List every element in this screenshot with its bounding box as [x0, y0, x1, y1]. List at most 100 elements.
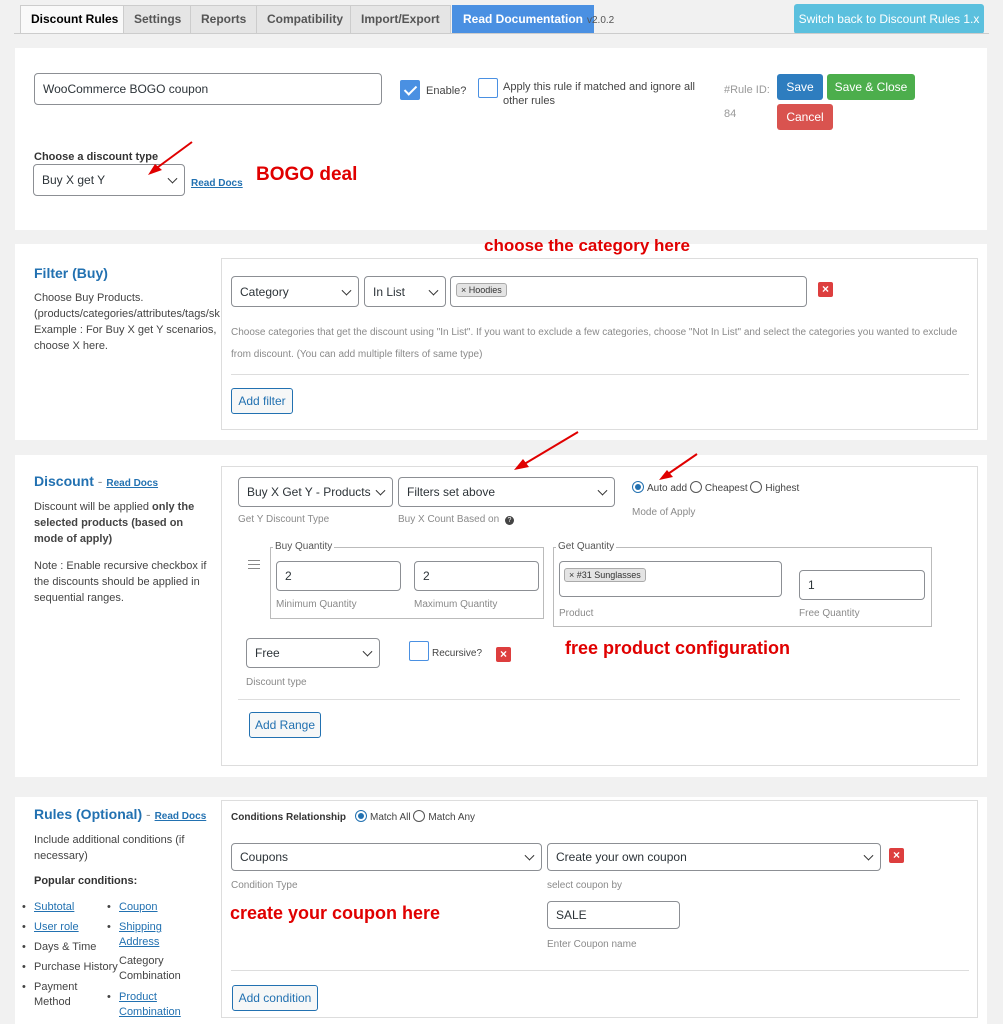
rules-read-docs-link[interactable]: Read Docs: [155, 811, 207, 822]
chevron-down-icon: [428, 285, 439, 296]
tab-divider: [14, 33, 989, 34]
add-filter-button[interactable]: Add filter: [231, 388, 293, 414]
free-quantity-input[interactable]: 1: [799, 570, 925, 600]
help-icon[interactable]: ?: [504, 516, 514, 525]
discount-type-value: Buy X get Y: [42, 173, 106, 187]
discount-note: Note : Enable recursive checkbox if the …: [34, 560, 207, 604]
drag-handle-icon[interactable]: [248, 560, 260, 569]
tab-read-documentation[interactable]: Read Documentation: [452, 5, 595, 33]
annotation-create-coupon: create your coupon here: [230, 903, 441, 923]
conditions-divider: [231, 970, 969, 971]
filter-divider: [231, 374, 969, 375]
max-quantity-input[interactable]: 2: [414, 561, 539, 591]
exclusive-rule-label: Apply this rule if matched and ignore al…: [503, 81, 695, 107]
buy-quantity-legend: Buy Quantity: [273, 541, 335, 552]
tab-discount-rules[interactable]: Discount Rules: [20, 5, 130, 34]
filter-desc-3: Example : For Buy X get Y scenarios,: [34, 324, 217, 336]
annotation-arrow-icon: [148, 141, 193, 175]
mode-of-apply-label: Mode of Apply: [632, 507, 696, 518]
range-discount-type-value: Free: [255, 646, 280, 660]
filter-desc-1: Choose Buy Products.: [34, 292, 144, 304]
filter-tag-hoodies[interactable]: × Hoodies: [456, 283, 507, 297]
remove-condition-icon[interactable]: ×: [889, 848, 904, 863]
count-based-label-text: Buy X Count Based on: [398, 514, 500, 525]
count-based-value: Filters set above: [407, 485, 496, 499]
filter-values-input[interactable]: × Hoodies: [450, 276, 807, 307]
filter-operator-select[interactable]: In List: [364, 276, 446, 307]
rules-desc: Include additional conditions (if necess…: [34, 834, 185, 862]
mode-highest-radio[interactable]: [750, 481, 763, 493]
recursive-checkbox[interactable]: [409, 641, 429, 661]
remove-range-icon[interactable]: ×: [496, 647, 511, 662]
add-range-button[interactable]: Add Range: [249, 712, 321, 738]
min-quantity-label: Minimum Quantity: [276, 599, 357, 610]
discount-desc-prefix: Discount will be applied: [34, 501, 153, 513]
annotation-arrow-icon: [514, 431, 579, 470]
coupon-name-input[interactable]: SALE: [547, 901, 680, 929]
mode-auto-add-radio[interactable]: [632, 481, 644, 493]
popular-condition-shipping-address[interactable]: Shipping Address: [107, 920, 179, 950]
match-any-radio[interactable]: [413, 810, 426, 822]
rules-title-text: Rules (Optional): [34, 806, 143, 822]
range-divider: [238, 699, 960, 700]
chevron-down-icon: [524, 850, 535, 861]
popular-condition-days-time: Days & Time: [22, 940, 96, 955]
chevron-down-icon: [341, 285, 352, 296]
count-based-label: Buy X Count Based on ?: [398, 514, 514, 525]
tab-import-export[interactable]: Import/Export: [350, 5, 451, 33]
tab-settings[interactable]: Settings: [123, 5, 193, 33]
exclusive-rule-checkbox[interactable]: [478, 78, 498, 98]
rule-name-input[interactable]: WooCommerce BOGO coupon: [34, 73, 382, 105]
count-based-select[interactable]: Filters set above: [398, 477, 615, 507]
tab-compatibility[interactable]: Compatibility: [256, 5, 355, 33]
filter-field-select[interactable]: Category: [231, 276, 359, 307]
get-y-type-select[interactable]: Buy X Get Y - Products: [238, 477, 393, 507]
enable-checkbox[interactable]: [400, 80, 420, 100]
coupon-by-select[interactable]: Create your own coupon: [547, 843, 881, 871]
match-all-label: Match All: [370, 812, 411, 823]
rule-id-label: #Rule ID:: [724, 84, 770, 96]
condition-type-label: Condition Type: [231, 880, 298, 891]
save-button[interactable]: Save: [777, 74, 823, 100]
coupon-name-label: Enter Coupon name: [547, 939, 637, 950]
user-role-link-text: User role: [34, 921, 79, 933]
popular-condition-subtotal[interactable]: Subtotal: [22, 900, 75, 915]
add-condition-button[interactable]: Add condition: [232, 985, 318, 1011]
match-all-radio[interactable]: [355, 810, 367, 822]
remove-filter-icon[interactable]: ×: [818, 282, 833, 297]
range-discount-type-label: Discount type: [246, 677, 307, 688]
product-tag-sunglasses[interactable]: × #31 Sunglasses: [564, 568, 646, 582]
discount-read-docs-link[interactable]: Read Docs: [106, 478, 158, 489]
cancel-button[interactable]: Cancel: [777, 104, 833, 130]
product-combination-link-text: Product Combination: [119, 991, 181, 1018]
version-label: v2.0.2: [587, 15, 615, 26]
popular-conditions-heading: Popular conditions:: [34, 875, 138, 887]
popular-condition-product-combination[interactable]: Product Combination: [107, 990, 189, 1020]
annotation-arrow-icon: [659, 453, 698, 480]
enable-label: Enable?: [426, 85, 467, 97]
tab-reports[interactable]: Reports: [190, 5, 258, 33]
product-select-input[interactable]: × #31 Sunglasses: [559, 561, 782, 597]
rules-title: Rules (Optional) - Read Docs: [34, 806, 207, 822]
switch-version-button[interactable]: Switch back to Discount Rules 1.x: [794, 4, 984, 34]
discount-desc: Discount will be applied only the select…: [34, 499, 214, 547]
popular-condition-coupon[interactable]: Coupon: [107, 900, 157, 915]
coupon-by-label: select coupon by: [547, 880, 623, 891]
get-y-type-value: Buy X Get Y - Products: [247, 485, 371, 499]
max-quantity-label: Maximum Quantity: [414, 599, 498, 610]
free-quantity-label: Free Quantity: [799, 608, 860, 619]
save-close-button[interactable]: Save & Close: [827, 74, 915, 100]
chevron-down-icon: [375, 485, 386, 496]
chevron-down-icon: [362, 646, 373, 657]
condition-type-select[interactable]: Coupons: [231, 843, 542, 871]
product-label: Product: [559, 608, 594, 619]
popular-condition-payment-method: Payment Method: [22, 980, 84, 1010]
min-quantity-input[interactable]: 2: [276, 561, 401, 591]
shipping-address-link-text: Shipping Address: [119, 921, 162, 948]
popular-condition-user-role[interactable]: User role: [22, 920, 79, 935]
mode-cheapest-label: Cheapest: [704, 483, 748, 494]
discount-title-text: Discount: [34, 473, 94, 489]
subtotal-link-text: Subtotal: [34, 901, 75, 913]
range-discount-type-select[interactable]: Free: [246, 638, 380, 668]
get-quantity-legend: Get Quantity: [556, 541, 617, 552]
